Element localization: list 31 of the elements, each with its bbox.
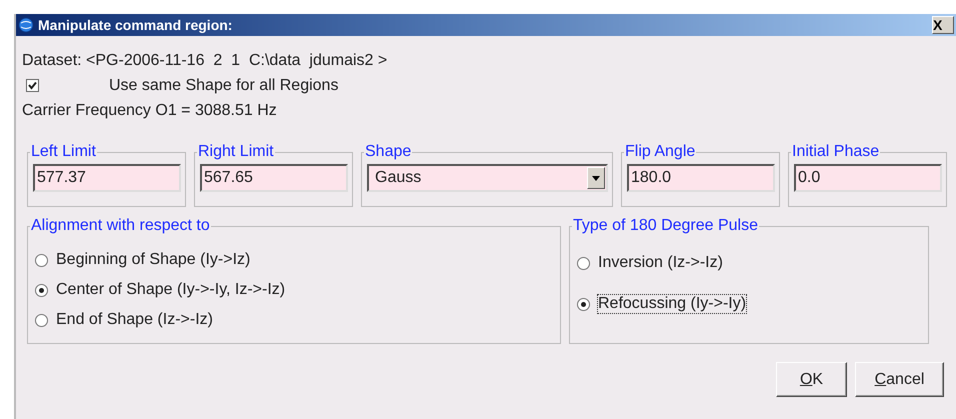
close-button[interactable]: X	[932, 16, 954, 34]
input-field[interactable]: 567.65	[200, 164, 348, 192]
radio-label: Inversion (Iz->-Iz)	[598, 254, 723, 272]
input-field[interactable]: 577.37	[33, 164, 181, 192]
shape-dropdown[interactable]: Gauss	[367, 164, 608, 192]
checkbox[interactable]	[26, 79, 39, 92]
checkbox-label: Use same Shape for all Regions	[109, 76, 338, 94]
group-label: Flip Angle	[624, 143, 696, 161]
input-field[interactable]: 180.0	[627, 164, 775, 192]
radio-label: End of Shape (Iz->-Iz)	[56, 311, 213, 329]
radio-label: Beginning of Shape (Iy->Iz)	[56, 251, 250, 269]
group-label: Alignment with respect to	[30, 217, 211, 235]
group-label: Left Limit	[30, 143, 97, 161]
radio-label: Refocussing (Iy->-Iy)	[598, 295, 746, 313]
ok-button[interactable]: OK	[776, 362, 847, 397]
carrier-frequency-text: Carrier Frequency O1 = 3088.51 Hz	[22, 101, 278, 121]
group-label: Type of 180 Degree Pulse	[572, 217, 760, 235]
group-label: Shape	[364, 143, 412, 161]
radio-label: Center of Shape (Iy->-Iy, Iz->-Iz)	[56, 281, 286, 299]
dataset-text: Dataset: <PG-2006-11-16 2 1 C:\data jdumais2 >	[22, 51, 388, 71]
window-title: Manipulate command region:	[38, 17, 232, 33]
globe-icon	[18, 17, 34, 33]
cancel-button[interactable]: Cancel	[855, 362, 944, 397]
group-label: Right Limit	[197, 143, 275, 161]
radio-button[interactable]	[35, 254, 48, 266]
group-label: Initial Phase	[791, 143, 880, 161]
input-field[interactable]: 0.0	[794, 164, 942, 192]
radio-button[interactable]	[35, 314, 48, 326]
radio-button[interactable]	[35, 284, 48, 296]
radio-button[interactable]	[577, 256, 590, 270]
radio-button[interactable]	[577, 298, 590, 310]
